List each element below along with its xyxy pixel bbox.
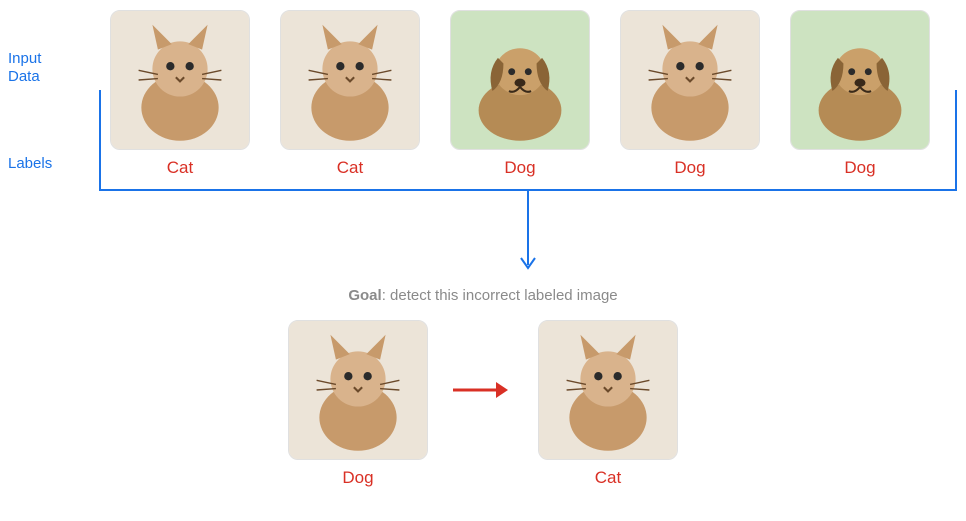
bottom-image-2: Cat xyxy=(538,320,678,488)
bottom-image-2-box xyxy=(538,320,678,460)
funnel-bracket-icon xyxy=(98,90,960,280)
bottom-image-1: Dog xyxy=(288,320,428,488)
input-label-line2: Data xyxy=(8,68,40,85)
goal-text-row: Goal: detect this incorrect labeled imag… xyxy=(0,287,966,304)
correction-row: Dog Cat xyxy=(0,320,966,488)
bottom-image-1-box xyxy=(288,320,428,460)
goal-prefix: Goal xyxy=(348,287,381,304)
input-data-label: Input Data xyxy=(8,50,41,86)
correction-arrow-icon xyxy=(448,320,518,460)
input-label-line1: Input xyxy=(8,50,41,67)
labels-label: Labels xyxy=(8,155,52,173)
bottom-image-1-label: Dog xyxy=(342,468,373,488)
bottom-image-2-label: Cat xyxy=(595,468,621,488)
goal-text: : detect this incorrect labeled image xyxy=(382,287,618,304)
